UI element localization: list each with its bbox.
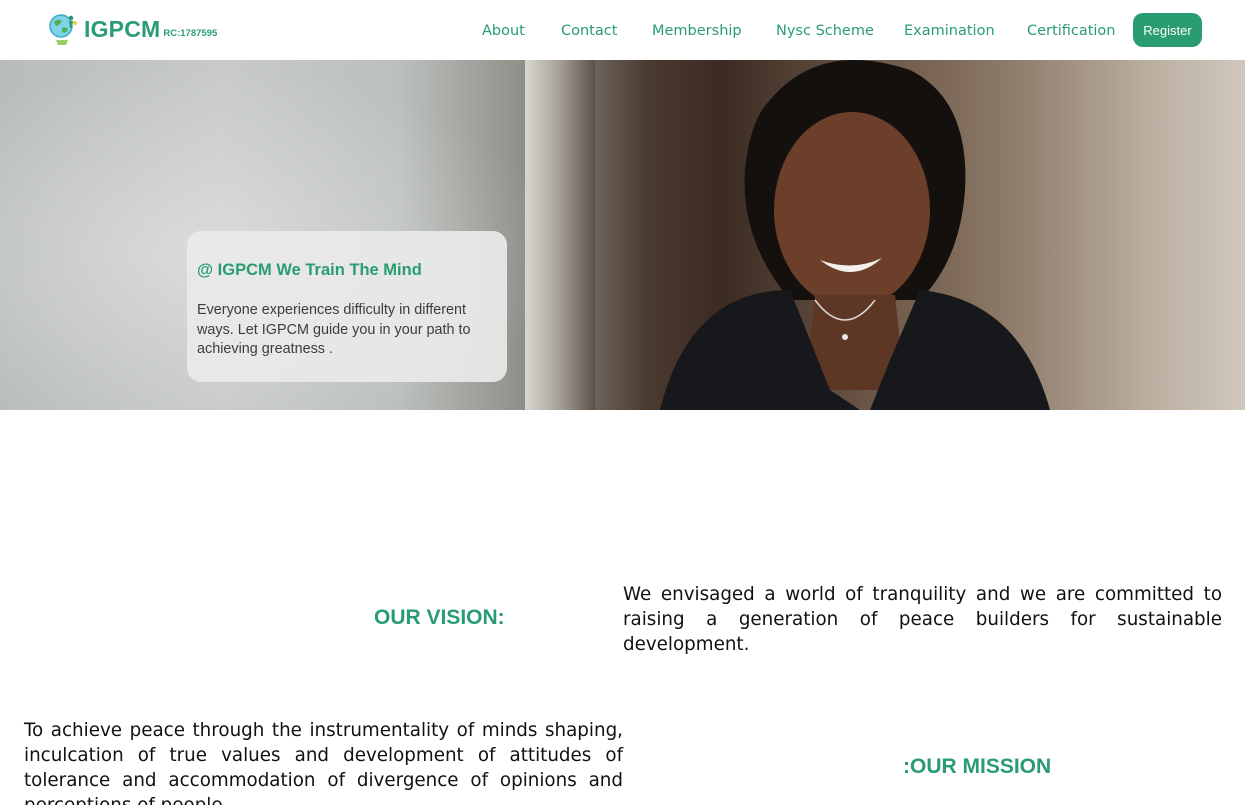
hero-card: @ IGPCM We Train The Mind Everyone exper… [187, 231, 507, 382]
nav-item-certification[interactable]: Certification [1027, 23, 1116, 39]
hero-window-frame [525, 60, 595, 410]
nav-item-membership[interactable]: Membership [652, 23, 742, 39]
mission-heading: :OUR MISSION [903, 755, 1052, 778]
nav-item-contact[interactable]: Contact [561, 23, 617, 39]
nav-item-nysc-scheme[interactable]: Nysc Scheme [776, 23, 874, 39]
vision-heading: OUR VISION: [374, 606, 505, 629]
hero-woman-photo [660, 60, 1050, 410]
site-header: IGPCM RC:1787595 About Contact Membershi… [0, 0, 1245, 60]
main-nav: About Contact Membership Nysc Scheme Exa… [0, 0, 1245, 60]
hero-description: Everyone experiences difficulty in diffe… [197, 302, 471, 357]
nav-item-examination[interactable]: Examination [904, 23, 995, 39]
nav-item-about[interactable]: About [482, 23, 525, 39]
register-button[interactable]: Register [1133, 13, 1202, 47]
hero-title: @ IGPCM We Train The Mind [197, 261, 422, 279]
vision-text: We envisaged a world of tranquility and … [623, 584, 1222, 655]
mission-text: To achieve peace through the instrumenta… [24, 720, 623, 805]
hero-banner: @ IGPCM We Train The Mind Everyone exper… [0, 60, 1245, 410]
